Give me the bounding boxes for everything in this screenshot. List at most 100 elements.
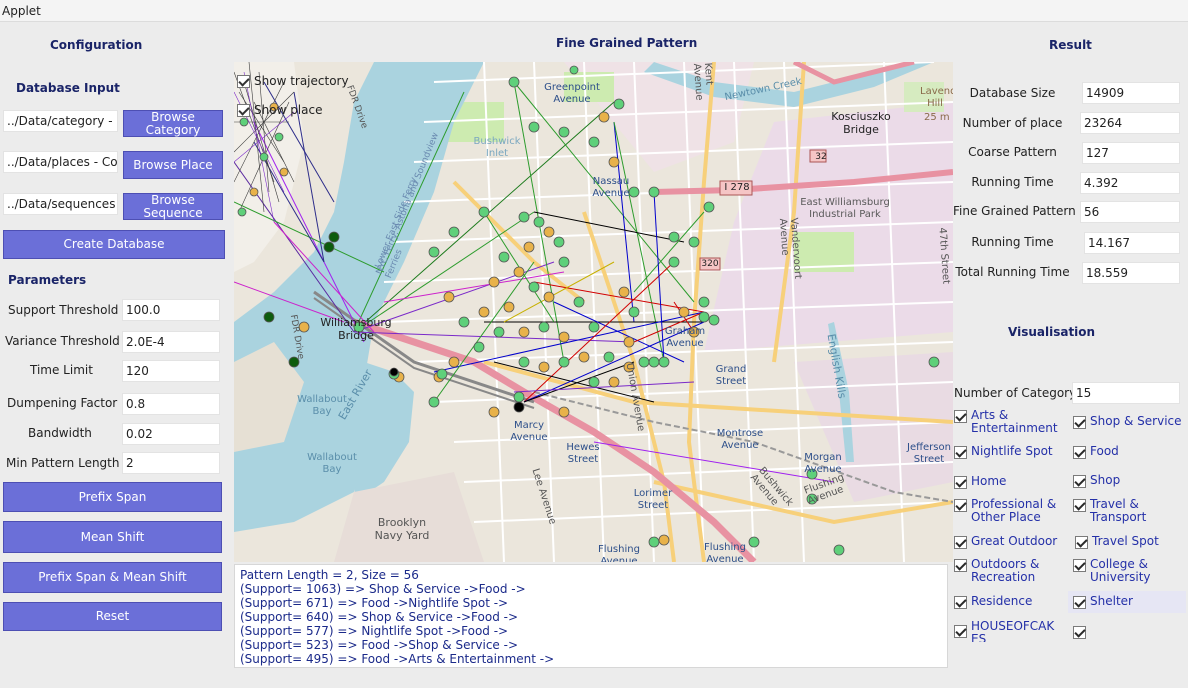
running-time-field[interactable]: 4.392 xyxy=(1080,172,1180,194)
category-label: Food xyxy=(1090,444,1119,458)
category-checkbox[interactable]: Great Outdoor xyxy=(954,535,1064,549)
time-limit-label: Time Limit xyxy=(30,363,93,377)
category-label: HOUSEOFCAKES xyxy=(971,620,1055,642)
category-label: Arts & Entertainment xyxy=(971,408,1058,435)
label-hewes: Hewes Street xyxy=(566,442,600,465)
check-icon[interactable] xyxy=(1073,416,1086,429)
window-title: Applet xyxy=(2,4,41,18)
pattern-output-console[interactable]: Pattern Length = 2, Size = 56 (Support= … xyxy=(234,564,948,668)
label-25m: 25 m xyxy=(924,112,950,123)
label-east-williamsburg: East Williamsburg Industrial Park xyxy=(800,197,890,220)
label-jefferson: Jefferson Street xyxy=(907,442,951,465)
check-icon[interactable] xyxy=(1075,536,1088,549)
category-checkbox[interactable]: Outdoors & Recreation xyxy=(954,558,1064,584)
check-icon[interactable] xyxy=(1073,559,1086,572)
show-trajectory-check-icon[interactable] xyxy=(237,74,250,88)
create-database-button[interactable]: Create Database xyxy=(3,230,225,259)
support-threshold-field[interactable]: 100.0 xyxy=(122,299,220,321)
running-time-2-label: Running Time xyxy=(971,235,1054,249)
check-icon[interactable] xyxy=(1073,596,1086,609)
category-label: Nightlife Spot xyxy=(971,444,1053,458)
category-checkbox[interactable]: Travel & Transport xyxy=(1073,498,1185,524)
category-checkbox[interactable]: Professional & Other Place xyxy=(954,498,1064,524)
browse-category-button[interactable]: Browse Category xyxy=(123,110,223,137)
category-checkbox[interactable]: College & University xyxy=(1073,558,1185,584)
browse-sequence-button[interactable]: Browse Sequence xyxy=(123,193,223,220)
label-wallabout-bay: Wallabout Bay xyxy=(297,394,347,417)
running-time-label: Running Time xyxy=(971,175,1054,189)
check-icon[interactable] xyxy=(954,559,967,572)
variance-threshold-label: Variance Threshold xyxy=(5,334,120,348)
category-checkbox[interactable]: Shop & Service xyxy=(1073,415,1185,429)
browse-place-button[interactable]: Browse Place xyxy=(123,151,223,179)
check-icon[interactable] xyxy=(954,476,967,489)
check-icon[interactable] xyxy=(1073,499,1086,512)
label-bushwick: Bushwick Inlet xyxy=(473,136,521,159)
console-line: (Support= 577) => Nightlife Spot ->Food … xyxy=(240,624,509,638)
time-limit-field[interactable]: 120 xyxy=(122,360,220,382)
check-icon[interactable] xyxy=(954,410,967,423)
check-icon[interactable] xyxy=(954,596,967,609)
category-checkbox[interactable]: Arts & Entertainment xyxy=(954,409,1064,435)
reset-button[interactable]: Reset xyxy=(3,602,222,631)
mean-shift-button[interactable]: Mean Shift xyxy=(3,521,222,553)
console-line: (Support= 1063) => Shop & Service ->Food… xyxy=(240,582,526,596)
category-checkbox[interactable] xyxy=(1073,625,1185,639)
dumpening-factor-field[interactable]: 0.8 xyxy=(122,393,220,415)
category-label: Outdoors & Recreation xyxy=(971,557,1040,584)
category-path-field[interactable]: ../Data/category - Copy xyxy=(3,110,118,132)
category-checkbox[interactable]: Residence xyxy=(954,595,1064,609)
category-label: Travel & Transport xyxy=(1090,497,1147,524)
category-checkbox[interactable]: Travel Spot xyxy=(1075,535,1185,549)
label-greenpoint: Greenpoint Avenue xyxy=(544,82,600,105)
category-checkbox[interactable]: Food xyxy=(1073,445,1185,459)
show-trajectory-checkbox[interactable]: Show trajectory xyxy=(237,74,349,88)
label-williamsburg-bridge: Williamsburg Bridge xyxy=(320,316,392,342)
category-checkbox[interactable]: Shop xyxy=(1073,474,1185,488)
label-montrose: Montrose Avenue xyxy=(716,428,764,451)
console-line: (Support= 671) => Food ->Nightlife Spot … xyxy=(240,596,509,610)
prefix-span-mean-shift-button[interactable]: Prefix Span & Mean Shift xyxy=(3,562,222,593)
parameters-heading: Parameters xyxy=(8,273,87,287)
configuration-heading: Configuration xyxy=(50,38,143,52)
bandwidth-field[interactable]: 0.02 xyxy=(122,423,220,445)
fine-grained-pattern-field[interactable]: 56 xyxy=(1080,201,1180,223)
fine-grained-pattern-heading: Fine Grained Pattern xyxy=(556,36,698,50)
bandwidth-label: Bandwidth xyxy=(28,426,92,440)
running-time-2-field[interactable]: 14.167 xyxy=(1084,232,1180,254)
check-icon[interactable] xyxy=(954,536,967,549)
show-place-checkbox[interactable]: Show place xyxy=(237,103,322,117)
coarse-pattern-field[interactable]: 127 xyxy=(1082,142,1180,164)
category-checkbox[interactable]: Nightlife Spot xyxy=(954,445,1064,459)
visualisation-heading: Visualisation xyxy=(1008,325,1096,339)
total-running-time-field[interactable]: 18.559 xyxy=(1082,262,1180,284)
map-view[interactable]: Greenpoint Avenue Nassau Avenue Bushwick… xyxy=(234,62,953,562)
show-place-check-icon[interactable] xyxy=(237,103,250,117)
coarse-pattern-label: Coarse Pattern xyxy=(968,145,1057,159)
number-of-category-field[interactable]: 15 xyxy=(1072,382,1180,404)
label-flushing-1: Flushing Avenue xyxy=(598,544,640,562)
check-icon[interactable] xyxy=(1073,446,1086,459)
variance-threshold-field[interactable]: 2.0E-4 xyxy=(122,331,220,353)
places-path-field[interactable]: ../Data/places - Copy xyxy=(3,151,118,173)
min-pattern-length-field[interactable]: 2 xyxy=(122,452,220,474)
category-checkbox[interactable]: Home xyxy=(954,475,1064,489)
check-icon[interactable] xyxy=(954,446,967,459)
database-size-field[interactable]: 14909 xyxy=(1082,82,1180,104)
label-nassau: Nassau Avenue xyxy=(592,176,630,199)
check-icon[interactable] xyxy=(1073,475,1086,488)
category-checkbox[interactable]: Shelter xyxy=(1068,591,1186,613)
check-icon[interactable] xyxy=(954,499,967,512)
min-pattern-length-label: Min Pattern Length xyxy=(6,456,120,470)
label-route-320: 320 xyxy=(701,259,719,269)
prefix-span-button[interactable]: Prefix Span xyxy=(3,482,222,512)
number-of-place-field[interactable]: 23264 xyxy=(1080,112,1180,134)
check-icon[interactable] xyxy=(1073,626,1086,639)
check-icon[interactable] xyxy=(954,625,967,638)
category-label: Travel Spot xyxy=(1092,534,1159,548)
label-lorimer: Lorimer Street xyxy=(633,488,673,511)
sequences-path-field[interactable]: ../Data/sequences - xyxy=(3,193,118,215)
category-checkbox[interactable]: HOUSEOFCAKES xyxy=(954,620,1064,642)
show-trajectory-label: Show trajectory xyxy=(254,74,349,88)
label-route-32: 32 xyxy=(815,152,827,162)
